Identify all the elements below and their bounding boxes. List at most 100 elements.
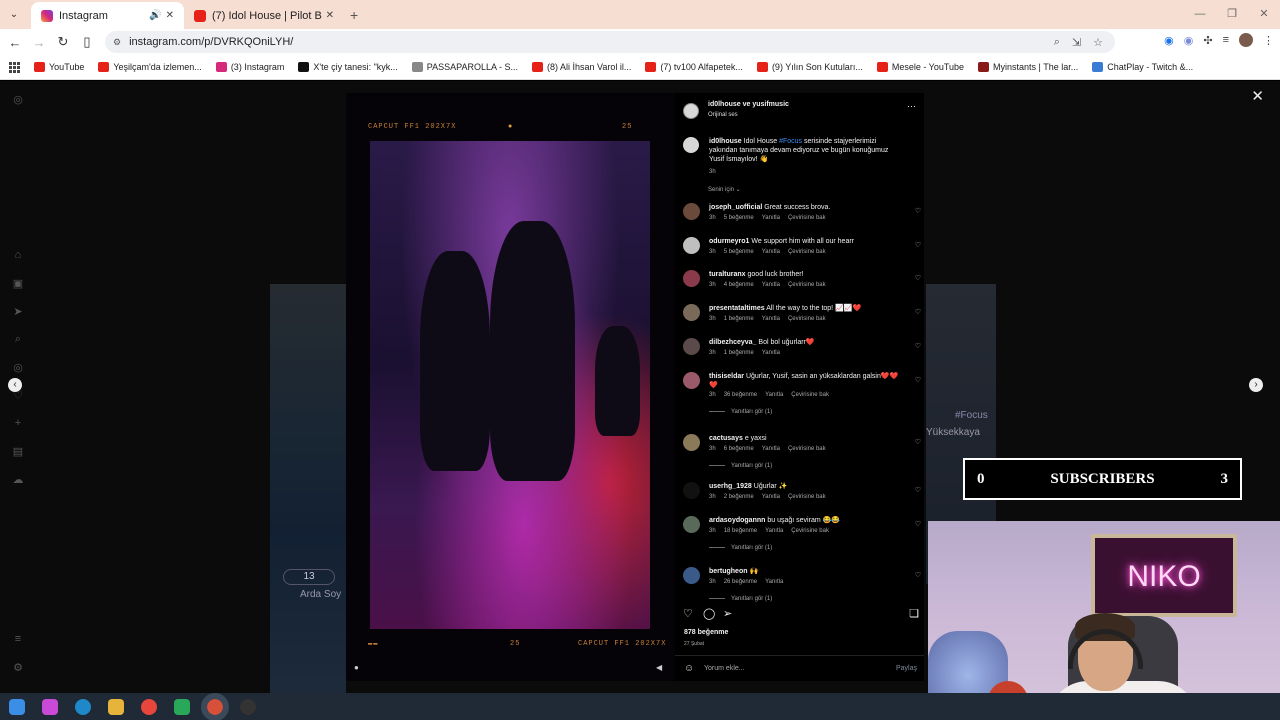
tab-youtube[interactable]: (7) Idol House | Pilot Bölüm - Yo ✕	[184, 2, 344, 29]
commenter-username[interactable]: odurmeyro1	[709, 238, 749, 245]
comment-like-count[interactable]: 5 beğenme	[724, 249, 754, 255]
sidebar-icon[interactable]: ▯	[75, 34, 99, 50]
edge-icon[interactable]	[75, 698, 91, 715]
forward-icon[interactable]: →	[27, 35, 51, 50]
commenter-avatar[interactable]	[683, 203, 700, 220]
more-options-icon[interactable]: ⋯	[907, 101, 916, 112]
author-avatar[interactable]	[683, 103, 699, 119]
comment-icon[interactable]: ◯	[703, 607, 715, 620]
comment-like-count[interactable]: 36 beğenme	[724, 392, 757, 398]
close-icon[interactable]: ✕	[1251, 87, 1264, 105]
commenter-avatar[interactable]	[683, 304, 700, 321]
comment-like-heart-icon[interactable]: ♡	[915, 207, 921, 215]
commenter-username[interactable]: userhg_1928	[709, 483, 752, 490]
commenter-avatar[interactable]	[683, 338, 700, 355]
threads-icon[interactable]: ☁	[8, 473, 28, 486]
tab-instagram[interactable]: Instagram 🔊 ✕	[31, 2, 184, 29]
chrome-active-icon[interactable]	[201, 692, 229, 720]
bookmark-item[interactable]: Mesele - YouTube	[876, 62, 964, 72]
send-icon[interactable]: ➤	[8, 305, 28, 318]
view-replies-button[interactable]: Yanıtları gör (1)	[709, 409, 772, 415]
commenter-username[interactable]: presentataltimes	[709, 305, 765, 312]
back-icon[interactable]: ←	[3, 35, 27, 50]
puzzle-icon[interactable]: ✣	[1203, 34, 1212, 47]
bookmark-item[interactable]: YouTube	[34, 62, 84, 72]
extension-icon[interactable]: ◉	[1184, 34, 1194, 47]
copilot-icon[interactable]	[42, 698, 58, 715]
bookmark-item[interactable]: (8) Ali İhsan Varol il...	[532, 62, 631, 72]
comment-like-count[interactable]: 1 beğenme	[724, 316, 754, 322]
previous-post-icon[interactable]: ‹	[8, 378, 22, 392]
author-avatar[interactable]	[683, 137, 699, 153]
commenter-avatar[interactable]	[683, 516, 700, 533]
url-text[interactable]: instagram.com/p/DVRKQOniLYH/	[129, 36, 1054, 48]
menu-icon[interactable]: ⋮	[1263, 34, 1274, 47]
video-player[interactable]: CAPCUT FF1 202X7X ● 25 ▬▬ 25 CAPCUT FF1 …	[346, 93, 675, 681]
next-post-icon[interactable]: ›	[1249, 378, 1263, 392]
bookmark-item[interactable]: (3) Instagram	[215, 62, 284, 72]
zoom-icon[interactable]: ⌕	[1054, 36, 1060, 49]
media-icon[interactable]: ≡	[1223, 34, 1229, 46]
audio-label[interactable]: Orijinal ses	[708, 112, 738, 118]
explore-icon[interactable]: ◎	[8, 361, 28, 374]
reply-button[interactable]: Yanıtla	[765, 528, 783, 534]
speaker-icon[interactable]: 🔊	[149, 10, 161, 21]
translate-button[interactable]: Çevirisine bak	[788, 249, 826, 255]
reply-button[interactable]: Yanıtla	[762, 249, 780, 255]
dashboard-icon[interactable]: ▤	[8, 445, 28, 458]
close-tab-icon[interactable]: ✕	[166, 10, 174, 21]
comment-like-count[interactable]: 4 beğenme	[724, 282, 754, 288]
comment-like-heart-icon[interactable]: ♡	[915, 520, 921, 528]
bookmark-item[interactable]: ChatPlay - Twitch &...	[1092, 62, 1193, 72]
commenter-avatar[interactable]	[683, 237, 700, 254]
comment-like-count[interactable]: 5 beğenme	[724, 215, 754, 221]
comment-like-count[interactable]: 1 beğenme	[724, 350, 754, 356]
sort-dropdown[interactable]: Senin için ⌄	[708, 186, 741, 193]
comment-like-heart-icon[interactable]: ♡	[915, 486, 921, 494]
share-comment-button[interactable]: Paylaş	[896, 665, 917, 672]
comment-like-heart-icon[interactable]: ♡	[915, 342, 921, 350]
view-replies-button[interactable]: Yanıtları gör (1)	[709, 545, 772, 551]
reply-button[interactable]: Yanıtla	[762, 316, 780, 322]
commenter-avatar[interactable]	[683, 434, 700, 451]
bookmark-item[interactable]: (7) tv100 Alfapetek...	[645, 62, 743, 72]
comment-input[interactable]: Yorum ekle...	[704, 665, 745, 672]
commenter-avatar[interactable]	[683, 270, 700, 287]
translate-button[interactable]: Çevirisine bak	[788, 494, 826, 500]
comment-like-count[interactable]: 26 beğenme	[724, 579, 757, 585]
view-replies-button[interactable]: Yanıtları gör (1)	[709, 463, 772, 469]
translate-button[interactable]: Çevirisine bak	[788, 316, 826, 322]
commenter-avatar[interactable]	[683, 567, 700, 584]
reels-icon[interactable]: ▣	[8, 277, 28, 290]
tab-search-icon[interactable]: ⌄	[3, 4, 25, 26]
bookmark-item[interactable]: X'te çiy tanesi: "kyk...	[298, 62, 398, 72]
close-window-icon[interactable]: ✕	[1248, 0, 1280, 29]
view-replies-button[interactable]: Yanıtları gör (1)	[709, 596, 772, 602]
like-count[interactable]: 878 beğenme	[684, 629, 728, 636]
apps-icon[interactable]	[9, 61, 20, 73]
home-icon[interactable]: ⌂	[8, 249, 28, 261]
instagram-logo-icon[interactable]: ◎	[8, 93, 28, 106]
commenter-username[interactable]: thisiseldar	[709, 373, 744, 380]
translate-button[interactable]: Çevirisine bak	[788, 215, 826, 221]
site-info-icon[interactable]: ⚙	[113, 37, 121, 48]
comment-like-heart-icon[interactable]: ♡	[915, 274, 921, 282]
comment-like-count[interactable]: 6 beğenme	[724, 446, 754, 452]
translate-button[interactable]: Çevirisine bak	[788, 282, 826, 288]
new-tab-button[interactable]: +	[350, 7, 358, 23]
reply-button[interactable]: Yanıtla	[765, 579, 783, 585]
restore-icon[interactable]: ❐	[1216, 0, 1248, 29]
comment-like-heart-icon[interactable]: ♡	[915, 241, 921, 249]
reply-button[interactable]: Yanıtla	[762, 215, 780, 221]
caption-username[interactable]: id0lhouse	[709, 138, 742, 145]
translate-button[interactable]: Çevirisine bak	[791, 392, 829, 398]
commenter-username[interactable]: cactusays	[709, 435, 743, 442]
minimize-icon[interactable]: —	[1184, 0, 1216, 29]
file-explorer-icon[interactable]	[108, 698, 124, 715]
reply-button[interactable]: Yanıtla	[762, 350, 780, 356]
emoji-icon[interactable]: ☺	[684, 663, 694, 674]
commenter-username[interactable]: turalturanx	[709, 271, 746, 278]
share-icon[interactable]: ➢	[723, 607, 732, 620]
profile-avatar[interactable]	[1239, 33, 1253, 47]
comment-like-heart-icon[interactable]: ♡	[915, 571, 921, 579]
